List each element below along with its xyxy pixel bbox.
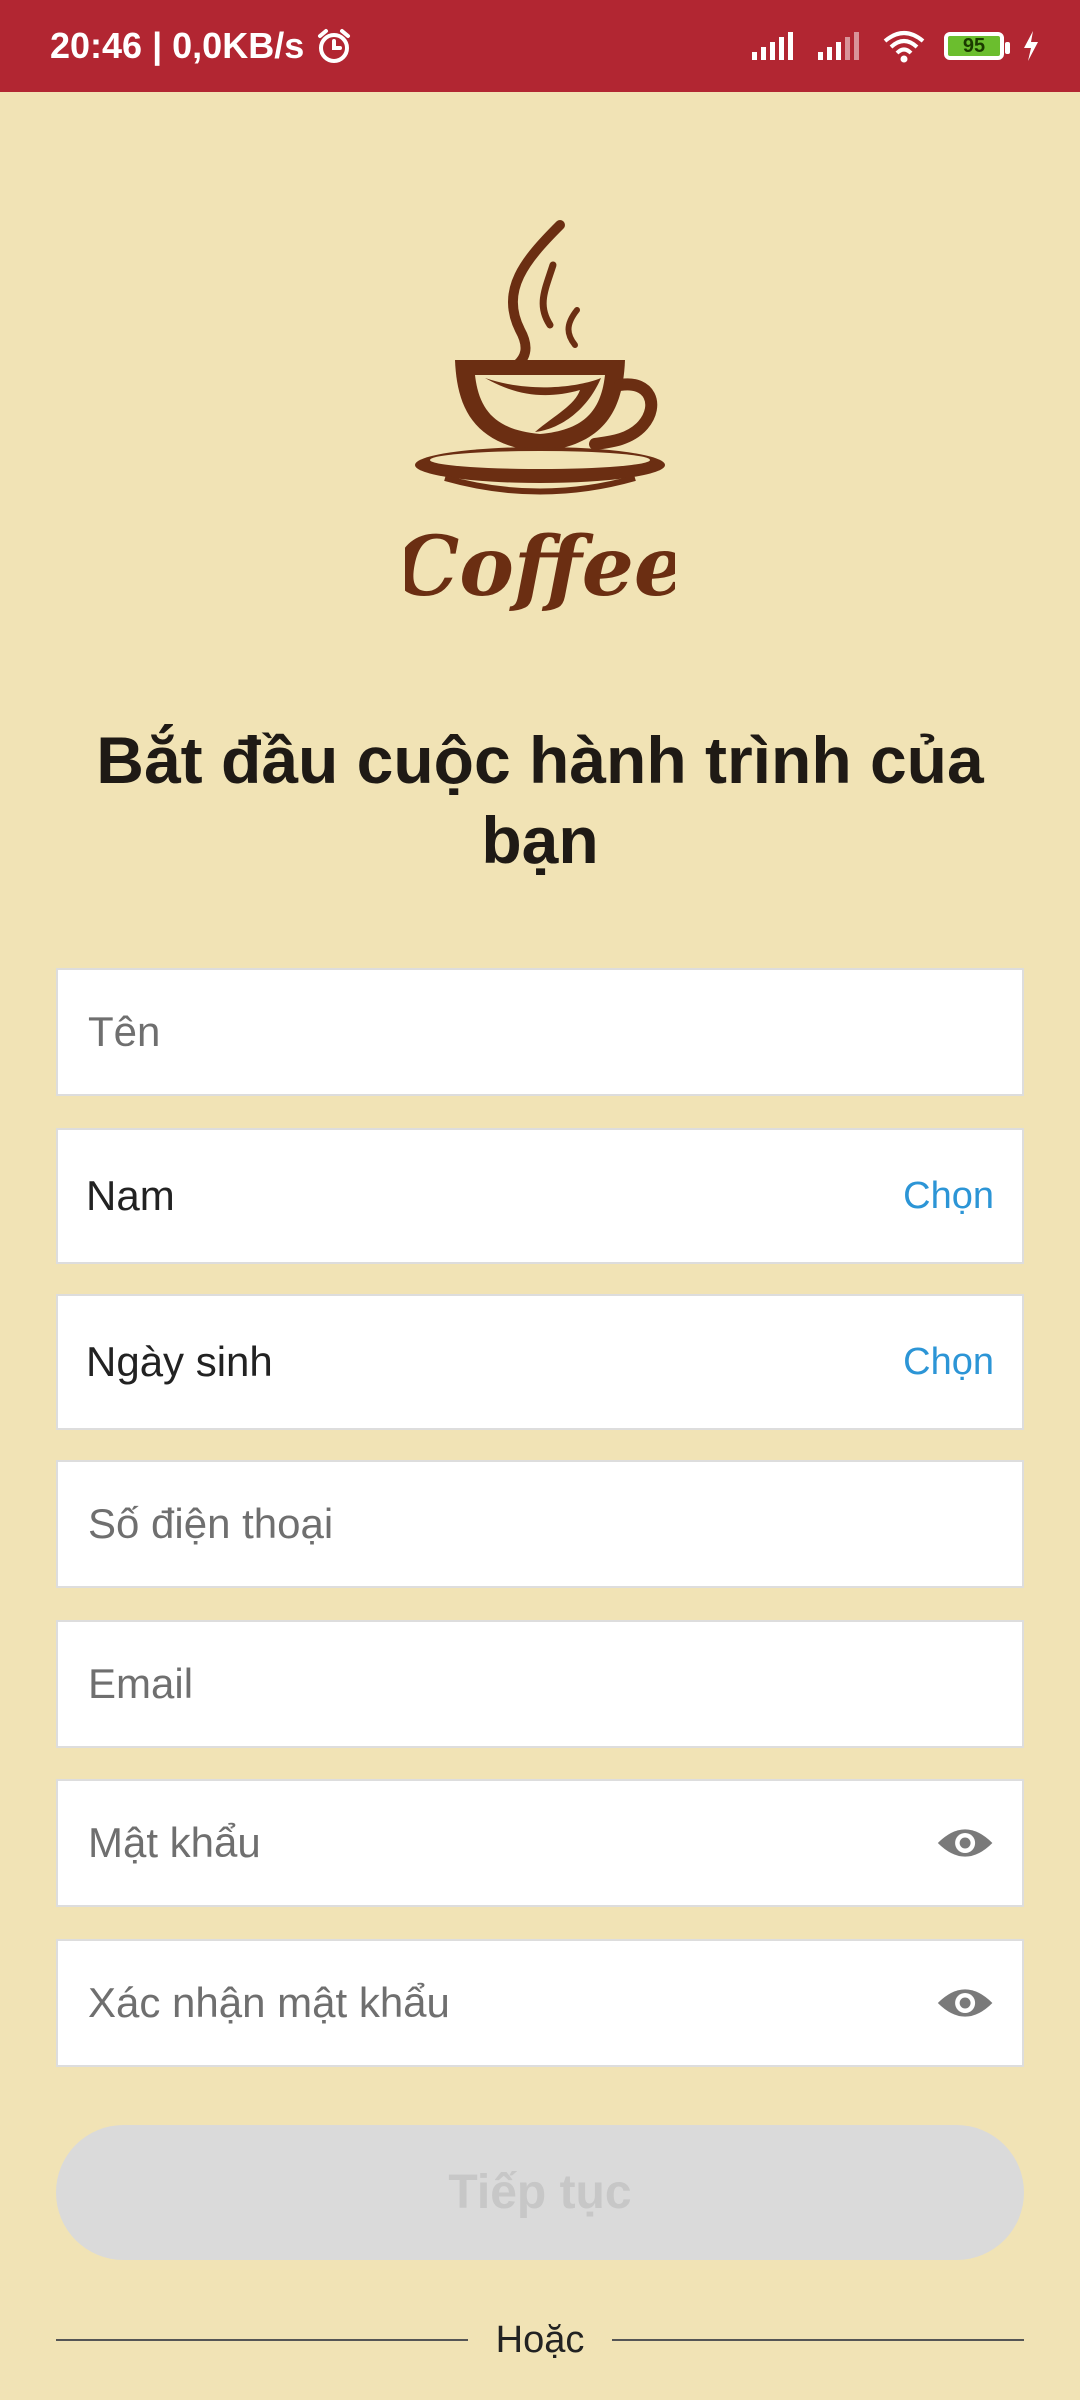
alarm-icon [318, 29, 351, 63]
continue-button[interactable]: Tiếp tục [56, 2125, 1024, 2260]
gender-value: Nam [86, 1172, 175, 1219]
password-input[interactable] [86, 1818, 916, 1868]
phone-input[interactable] [86, 1499, 994, 1549]
name-field[interactable] [56, 968, 1024, 1096]
page-title: Bắt đầu cuộc hành trình của bạn [96, 723, 984, 877]
password-field[interactable] [56, 1779, 1024, 1907]
status-left: 20:46 | 0,0KB/s [50, 0, 354, 92]
or-divider: Hoặc [56, 2310, 1024, 2370]
status-bar: 20:46 | 0,0KB/s 95 [0, 0, 1080, 92]
confirm-password-input[interactable] [86, 1978, 916, 2028]
or-label: Hoặc [495, 2318, 585, 2361]
signal-icon [752, 32, 793, 60]
gender-choose-button[interactable]: Chọn [903, 1175, 994, 1218]
birthday-choose-button[interactable]: Chọn [903, 1341, 994, 1384]
coffee-logo: Coffee [405, 220, 675, 615]
email-field[interactable] [56, 1620, 1024, 1748]
eye-icon[interactable] [936, 1983, 994, 2023]
divider-line-left [56, 2339, 468, 2341]
logo-text: Coffee [405, 519, 675, 615]
divider-line-right [612, 2339, 1024, 2341]
eye-icon[interactable] [936, 1823, 994, 1863]
birthday-field[interactable]: Ngày sinh Chọn [56, 1294, 1024, 1430]
charging-icon [1024, 31, 1038, 61]
email-input[interactable] [86, 1659, 994, 1709]
confirm-password-field[interactable] [56, 1939, 1024, 2067]
name-input[interactable] [86, 1007, 994, 1057]
battery-icon: 95 [944, 32, 1010, 60]
status-right: 95 [750, 0, 1040, 92]
battery-level: 95 [962, 34, 986, 57]
gender-field[interactable]: Nam Chọn [56, 1128, 1024, 1264]
birthday-value: Ngày sinh [86, 1338, 273, 1385]
signal-icon [818, 32, 859, 60]
status-time: 20:46 | 0,0KB/s [50, 25, 305, 66]
phone-field[interactable] [56, 1460, 1024, 1588]
wifi-icon [883, 31, 925, 63]
